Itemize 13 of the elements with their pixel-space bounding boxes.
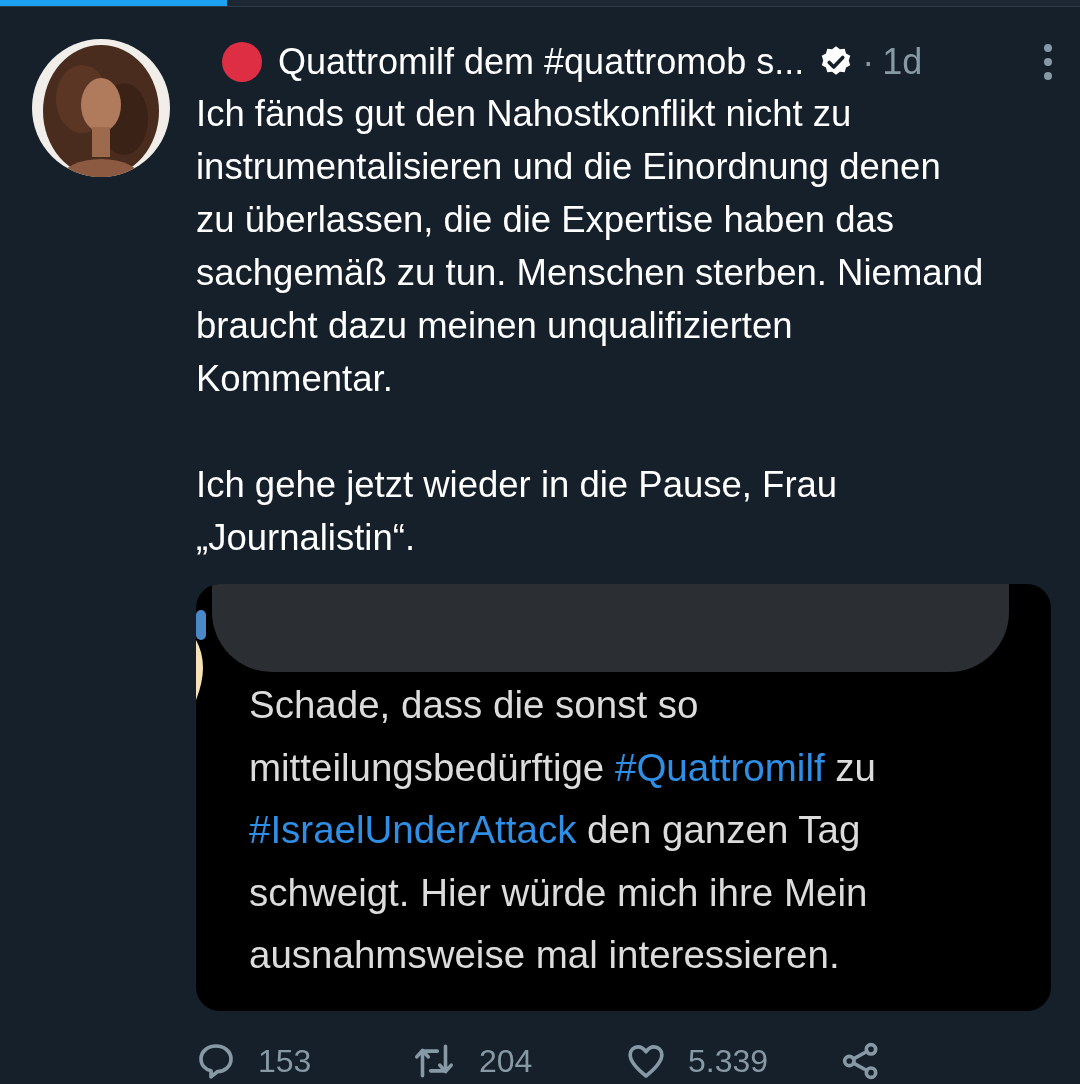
hashtag-link[interactable]: #Quattromilf bbox=[614, 745, 825, 789]
hashtag-link[interactable]: #IsraelUnderAttack bbox=[249, 808, 577, 851]
tweet-text: Ich fänds gut den Nahostkonflikt nicht zu instrumentalisieren und die Einordnung denen zu überlassen, die die Expertise haben das sachgemäß zu tun. Menschen sterben. Niemand braucht dazu meinen unqualifizierten Kommentar. Ich gehe jetzt wieder in die Pause, Frau „Journalistin“. bbox=[196, 92, 985, 560]
speech-bubble-icon bbox=[196, 1041, 236, 1081]
screenshot-text: Schade, dass die sonst so mitteilungsbedürftige #Quattromilf zu #IsraelUnderAttack den ganzen Tag schweigt. Hier würde mich ihre Mein ausnahmsweise mal interessieren. bbox=[248, 682, 877, 978]
author-name[interactable]: Quattromilf dem #quattromob s... bbox=[278, 41, 805, 83]
separator: · bbox=[862, 41, 875, 83]
attached-screenshot[interactable]: Schade, dass die sonst so mitteilungsbedürftige #Quattromilf zu #IsraelUnderAttack den ganzen Tag schweigt. Hier würde mich ihre Mein ausnahmsweise mal interessieren. bbox=[196, 584, 1051, 1011]
more-options-icon[interactable] bbox=[1042, 42, 1054, 82]
retweet-button[interactable]: 204 bbox=[411, 1041, 626, 1081]
like-button[interactable]: 5.339 bbox=[626, 1041, 841, 1081]
reply-button[interactable]: 153 bbox=[196, 1041, 411, 1081]
tweet-time: 1d bbox=[882, 41, 923, 83]
